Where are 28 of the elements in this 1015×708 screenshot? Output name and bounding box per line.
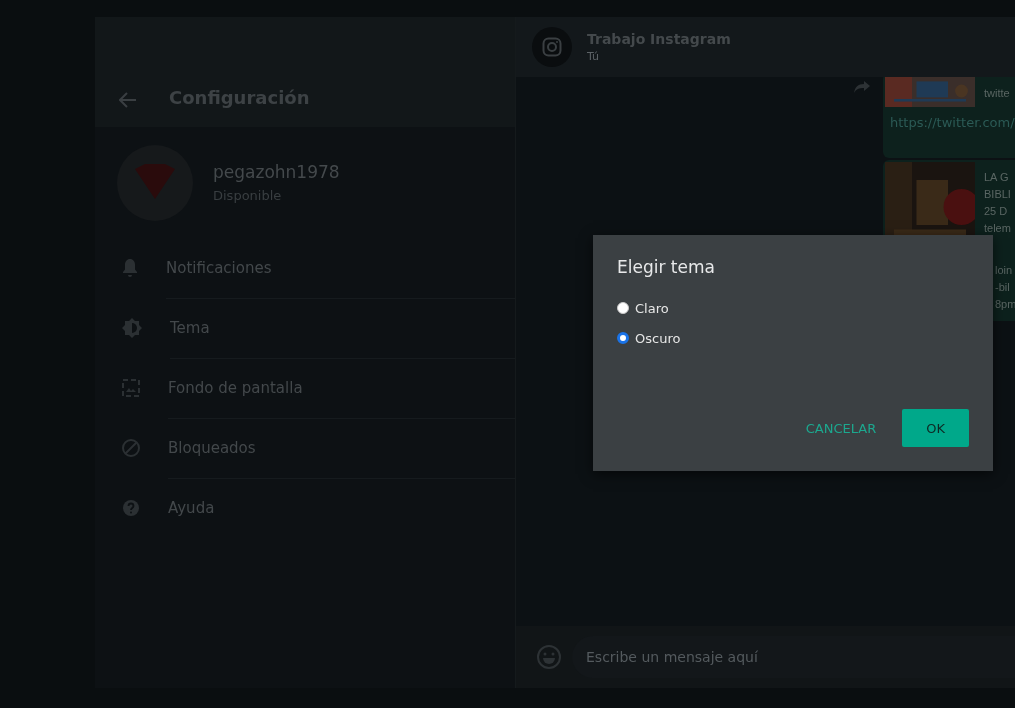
chat-subtitle: Tú xyxy=(587,50,601,63)
dialog-title: Elegir tema xyxy=(617,257,716,277)
theme-icon xyxy=(121,317,143,339)
option-label[interactable]: Oscuro xyxy=(635,330,681,346)
article-text: 25 D xyxy=(984,204,1009,219)
article-text: telem xyxy=(984,221,1011,236)
wallpaper-icon xyxy=(121,378,141,398)
help-icon xyxy=(121,498,141,518)
message-link[interactable]: https://twitter.com/ xyxy=(885,107,1015,156)
bell-icon xyxy=(121,258,139,278)
chat-avatar[interactable] xyxy=(532,27,572,67)
link-message[interactable]: twitte https://twitter.com/ xyxy=(883,77,1015,158)
radio-button[interactable] xyxy=(617,302,629,314)
blocked-icon xyxy=(121,438,141,458)
back-arrow-icon[interactable] xyxy=(119,92,137,108)
article-text: LA G xyxy=(984,170,1010,185)
cancel-button[interactable]: CANCELAR xyxy=(805,409,877,447)
article-text: -bil xyxy=(995,280,1011,295)
option-label[interactable]: Claro xyxy=(635,300,669,316)
radio-button[interactable] xyxy=(617,332,629,344)
profile-name: pegazohn1978 xyxy=(213,162,340,182)
ok-button[interactable]: OK xyxy=(902,409,969,447)
article-text: loin xyxy=(995,263,1014,278)
article-text: 8pm xyxy=(995,297,1015,312)
forward-icon[interactable] xyxy=(853,80,871,94)
emoji-icon[interactable] xyxy=(536,644,562,670)
article-text: BIBLI xyxy=(984,187,1011,202)
link-title: twitte xyxy=(984,86,1010,101)
